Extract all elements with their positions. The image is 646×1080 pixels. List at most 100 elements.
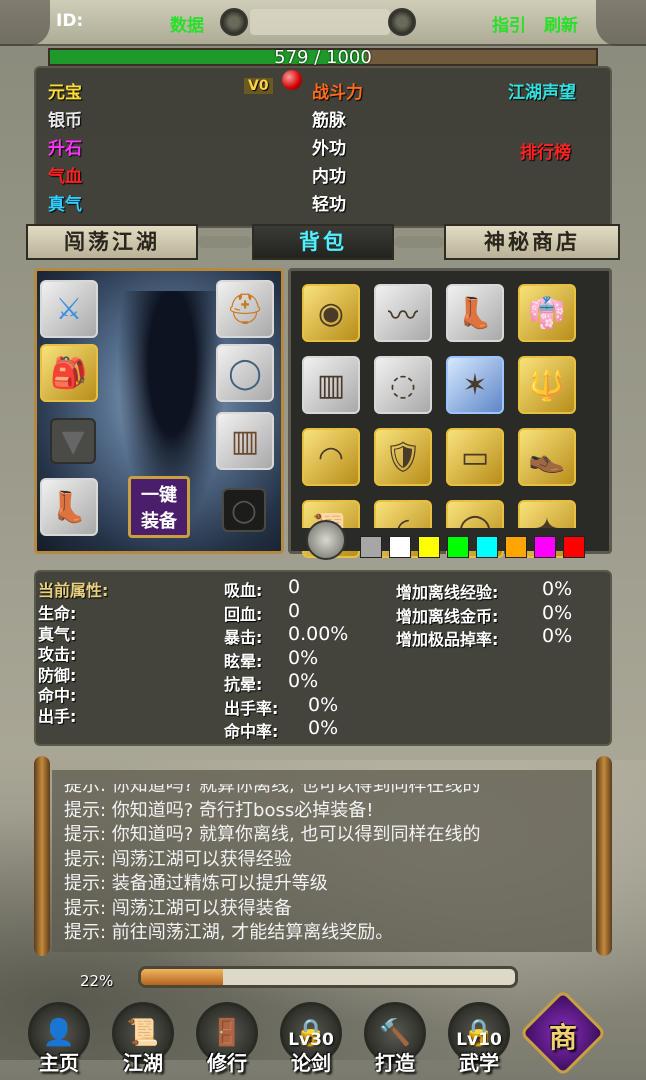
equip-slot-necklace[interactable]: ◯ [216, 344, 274, 402]
waigong-label: 外功 [312, 139, 346, 159]
quality-filter-swatch[interactable] [447, 536, 469, 558]
one-key-line-2: 装备 [141, 511, 177, 532]
bag-slot[interactable]: 🔱 [518, 356, 576, 414]
progress-percent: 22% [80, 972, 114, 990]
bag-slot[interactable]: ▥ [302, 356, 360, 414]
tab-backpack[interactable]: 背包 [252, 224, 394, 260]
attr-mid-value: 0% [288, 646, 319, 669]
one-key-equip-button[interactable]: 一键 装备 [128, 476, 190, 538]
bag-slot[interactable]: ✶ [446, 356, 504, 414]
neigong-label: 内功 [312, 167, 346, 187]
quality-filter-swatch[interactable] [534, 536, 556, 558]
jinmai-label: 筋脉 [312, 111, 346, 131]
quality-filter-swatch[interactable] [389, 536, 411, 558]
boots-icon: 👢 [456, 295, 494, 331]
progress-bar [138, 966, 518, 988]
guide-button[interactable]: 指引 [492, 11, 526, 36]
bag-slot[interactable]: ◌ [374, 356, 432, 414]
equip-slot-boots[interactable]: 👢 [40, 478, 98, 536]
quality-filter-swatch[interactable] [418, 536, 440, 558]
tab-adventure[interactable]: 闯荡江湖 [26, 224, 198, 260]
equip-slot-weapon[interactable]: ⚔ [40, 280, 98, 338]
qinggong-label: 轻功 [312, 195, 346, 215]
equip-slot-armor[interactable]: ▼ [50, 418, 96, 464]
attr-mid-label: 命中率: [224, 722, 279, 741]
quality-filter-swatch[interactable] [360, 536, 382, 558]
armor-icon: 🛡 [383, 439, 423, 475]
player-name-box [250, 9, 390, 35]
reputation-button[interactable]: 江湖声望 [508, 78, 576, 103]
tab-mystery-shop[interactable]: 神秘商店 [444, 224, 620, 260]
nav-6[interactable]: 商 [519, 989, 607, 1078]
bag-slot[interactable]: 👘 [518, 284, 576, 342]
bag-slot[interactable]: ▭ [446, 428, 504, 486]
quality-filter-swatch[interactable] [476, 536, 498, 558]
nav-4[interactable]: 🔨 打造 [358, 1000, 432, 1078]
message-line: 提示: 闯荡江湖可以获得经验 [64, 848, 292, 870]
equip-slot-ring[interactable]: ○ [222, 488, 266, 532]
tab-divider-left [198, 236, 252, 248]
headband-icon: ◉ [317, 295, 345, 331]
quality-filter-swatch[interactable] [505, 536, 527, 558]
scroll-rod-right [596, 756, 612, 956]
belt-icon: ▭ [460, 439, 490, 475]
helmet-icon: ⛑ [225, 291, 265, 327]
bag-slot[interactable]: ◉ [302, 284, 360, 342]
attr-mid-label: 出手率: [224, 698, 279, 718]
bag-slot[interactable]: ◠ [302, 428, 360, 486]
vip-badge[interactable]: V0 [244, 78, 273, 94]
nav-label: 武学 [459, 1051, 499, 1075]
beads-icon: ◌ [389, 367, 417, 403]
equip-slot-helmet[interactable]: ⛑ [216, 280, 274, 338]
yuanbao-label: 元宝 [48, 83, 82, 103]
attr-mid-label: 回血: [224, 604, 263, 624]
staff-icon: 🔱 [528, 367, 566, 403]
quality-filter-swatch[interactable] [563, 536, 585, 558]
message-line: 提示: 前往闯荡江湖, 才能结算离线奖励。 [64, 922, 394, 943]
necklace-icon: ◯ [228, 355, 262, 391]
cloth-icon: ◠ [317, 439, 345, 475]
attr-left-label: 出手: [38, 706, 77, 726]
bag-slot[interactable]: 👢 [446, 284, 504, 342]
message-line: 提示: 装备通过精炼可以提升等级 [64, 873, 328, 894]
attributes-header: 当前属性: [38, 581, 109, 600]
nav-5[interactable]: 🔒 Lv10 武学 [442, 1000, 516, 1078]
one-key-line-1: 一键 [141, 485, 177, 506]
attr-right-value: 0% [542, 625, 573, 647]
nav-0[interactable]: 👤 主页 [22, 1000, 96, 1078]
bag-slot[interactable]: 👞 [518, 428, 576, 486]
attr-mid-label: 抗晕: [224, 675, 263, 694]
nav-1[interactable]: 📜 江湖 [106, 1000, 180, 1078]
nav-label: 江湖 [123, 1051, 163, 1075]
nav-label: 主页 [39, 1051, 79, 1075]
experience-bar: 579 / 1000 [48, 47, 598, 68]
silver-label: 银币 [48, 111, 82, 131]
attr-mid-value: 0.00% [288, 623, 349, 645]
bracer-icon: ▥ [316, 367, 346, 403]
equip-slot-bracer[interactable]: ▥ [216, 412, 274, 470]
attr-mid-value: 0% [308, 717, 339, 739]
data-button[interactable]: 数据 [170, 11, 204, 36]
backpack-icon: 🎒 [50, 355, 88, 391]
message-line: 提示: 你知道吗? 就算你离线, 也可以得到同样在线的 [64, 784, 481, 796]
message-log[interactable]: 提示: 你知道吗? 就算你离线, 也可以得到同样在线的 提示: 你知道吗? 奇行打… [64, 784, 584, 952]
trash-icon[interactable] [306, 520, 346, 560]
equip-slot-back[interactable]: 🎒 [40, 344, 98, 402]
bag-slot[interactable]: 〰 [374, 284, 432, 342]
message-line: 提示: 你知道吗? 奇行打boss必掉装备! [64, 799, 374, 821]
ranking-button[interactable]: 排行榜 [520, 138, 571, 163]
scroll-rod-left [34, 756, 50, 956]
nav-3[interactable]: 🔒 Lv30 论剑 [274, 1000, 348, 1078]
message-line: 提示: 你知道吗? 就算你离线, 也可以得到同样在线的 [64, 824, 481, 845]
bag-slot[interactable]: 🛡 [374, 428, 432, 486]
tab-divider-right [394, 236, 444, 248]
coin-ornament-right [388, 8, 416, 36]
nav-label: 修行 [207, 1051, 247, 1075]
attr-mid-value: 0 [288, 599, 301, 622]
attr-mid-label: 眩晕: [224, 651, 263, 671]
refresh-button[interactable]: 刷新 [544, 11, 578, 36]
nav-2[interactable]: 🚪 修行 [190, 1000, 264, 1078]
shoes-icon: 👞 [528, 439, 566, 475]
shengshi-label: 升石 [48, 139, 82, 159]
attr-mid-label: 吸血: [224, 581, 263, 600]
